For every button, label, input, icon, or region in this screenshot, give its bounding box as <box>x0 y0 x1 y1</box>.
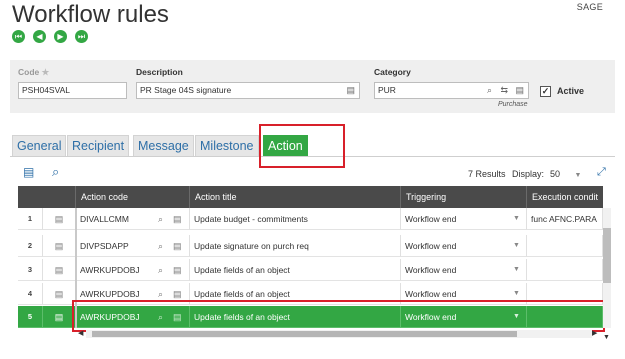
triggering-cell[interactable]: Workflow end ▼ <box>401 235 527 257</box>
description-value: PR Stage 04S signature <box>140 85 232 95</box>
row-detail-icon[interactable]: ▤ <box>43 208 76 230</box>
action-code-cell[interactable]: DIVALLCMM ⌕ ▤ <box>76 208 190 230</box>
action-code-cell[interactable]: AWRKUPDOBJ ⌕ ▤ <box>76 259 190 281</box>
row-number: 3 <box>18 259 43 281</box>
scroll-down-icon[interactable]: ▼ <box>603 334 610 341</box>
code-field[interactable]: PSH04SVAL <box>18 82 127 99</box>
description-label: Description <box>136 67 183 77</box>
column-header-action-code[interactable]: Action code <box>76 186 190 208</box>
category-field[interactable]: PUR ⌕ ⇆ ▤ <box>374 82 529 99</box>
expand-icon[interactable]: ⤢ <box>597 166 606 179</box>
search-icon[interactable]: ⌕ <box>158 235 163 256</box>
triggering-cell[interactable]: Workflow end ▼ <box>401 208 527 230</box>
chevron-down-icon: ▼ <box>574 172 582 179</box>
grid-header-corner <box>18 186 76 208</box>
action-title-cell[interactable]: Update fields of an object <box>190 259 401 281</box>
category-label: Category <box>374 67 411 77</box>
display-label: Display: <box>512 169 545 179</box>
code-label: Code ★ <box>18 67 50 77</box>
tab-general[interactable]: General <box>12 135 67 157</box>
scroll-right-icon[interactable]: ▶ <box>592 329 597 337</box>
action-code-value: AWRKUPDOBJ <box>80 289 140 299</box>
vertical-scrollbar-thumb[interactable] <box>603 228 611 283</box>
first-record-icon[interactable]: ⏮ <box>12 30 25 43</box>
chevron-down-icon: ▼ <box>513 242 520 249</box>
search-icon[interactable]: ⌕ <box>487 83 492 98</box>
results-count: 7 Results <box>468 169 506 179</box>
previous-record-icon[interactable]: ◀ <box>33 30 46 43</box>
triggering-cell[interactable]: Workflow end ▼ <box>401 259 527 281</box>
chevron-down-icon: ▼ <box>513 215 520 222</box>
search-icon[interactable]: ⌕ <box>158 259 163 280</box>
description-field[interactable]: PR Stage 04S signature ▤ <box>136 82 360 99</box>
text-editor-icon[interactable]: ▤ <box>173 259 182 280</box>
action-code-value: DIVPSDAPP <box>80 241 129 251</box>
table-row[interactable]: 2 ▤ DIVPSDAPP ⌕ ▤ Update signature on pu… <box>18 235 603 257</box>
page-title: Workflow rules <box>12 1 169 28</box>
display-select[interactable]: 50 ▼ <box>550 169 581 179</box>
column-header-triggering[interactable]: Triggering <box>401 186 527 208</box>
last-record-icon[interactable]: ⏭ <box>75 30 88 43</box>
search-icon[interactable]: ⌕ <box>52 164 59 180</box>
action-code-value: AWRKUPDOBJ <box>80 265 140 275</box>
text-editor-icon[interactable]: ▤ <box>173 235 182 256</box>
category-value: PUR <box>378 85 396 95</box>
execution-condition-cell[interactable]: func AFNC.PARA <box>527 208 603 230</box>
row-number: 1 <box>18 208 43 230</box>
column-header-execution-condition[interactable]: Execution condit <box>527 186 603 208</box>
row-number: 4 <box>18 283 43 305</box>
text-editor-icon[interactable]: ▤ <box>515 83 524 98</box>
search-icon[interactable]: ⌕ <box>158 208 163 229</box>
row-detail-icon[interactable]: ▤ <box>43 259 76 281</box>
triggering-value: Workflow end <box>405 265 457 275</box>
action-title-cell[interactable]: Update signature on purch req <box>190 235 401 257</box>
execution-condition-cell[interactable] <box>527 259 603 281</box>
row-number: 5 <box>18 306 43 328</box>
row-number: 2 <box>18 235 43 257</box>
active-checkbox[interactable]: ✓ <box>540 86 551 97</box>
grid-options-icon[interactable]: ▤ <box>23 165 34 179</box>
chevron-down-icon: ▼ <box>513 266 520 273</box>
active-label: Active <box>557 86 585 96</box>
tab-milestone[interactable]: Milestone <box>195 135 259 157</box>
text-editor-icon[interactable]: ▤ <box>346 83 355 98</box>
row-detail-icon[interactable]: ▤ <box>43 235 76 257</box>
brand-label: SAGE <box>576 2 603 12</box>
selected-row-highlight <box>72 300 605 332</box>
tunnel-icon[interactable]: ⇆ <box>500 83 508 98</box>
action-code-value: DIVALLCMM <box>80 214 129 224</box>
triggering-value: Workflow end <box>405 241 457 251</box>
tab-action-highlight <box>259 124 345 168</box>
category-hint: Purchase <box>498 101 528 108</box>
triggering-value: Workflow end <box>405 289 457 299</box>
execution-condition-cell[interactable] <box>527 235 603 257</box>
tab-message[interactable]: Message <box>133 135 194 157</box>
action-title-cell[interactable]: Update budget - commitments <box>190 208 401 230</box>
table-row[interactable]: 3 ▤ AWRKUPDOBJ ⌕ ▤ Update fields of an o… <box>18 259 603 281</box>
scroll-left-icon[interactable]: ◀ <box>78 329 83 337</box>
display-value: 50 <box>550 169 561 179</box>
next-record-icon[interactable]: ▶ <box>54 30 67 43</box>
table-row[interactable]: 1 ▤ DIVALLCMM ⌕ ▤ Update budget - commit… <box>18 208 603 230</box>
text-editor-icon[interactable]: ▤ <box>173 208 182 229</box>
action-code-cell[interactable]: DIVPSDAPP ⌕ ▤ <box>76 235 190 257</box>
column-header-action-title[interactable]: Action title <box>190 186 401 208</box>
tab-recipient[interactable]: Recipient <box>67 135 130 157</box>
triggering-value: Workflow end <box>405 214 457 224</box>
horizontal-scrollbar-thumb[interactable] <box>92 331 517 337</box>
